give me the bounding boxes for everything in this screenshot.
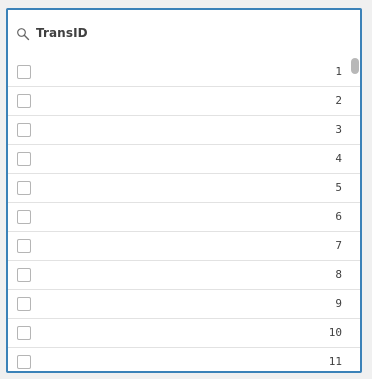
- list-item-value: 2: [335, 94, 342, 107]
- checkbox[interactable]: [17, 355, 31, 369]
- filter-pane-header[interactable]: TransID: [8, 10, 360, 56]
- list-item-value: 6: [335, 210, 342, 223]
- list-item[interactable]: 5: [8, 174, 360, 203]
- filter-pane: TransID 1 2 3 4 5 6 7 8 9 10 11: [6, 8, 362, 373]
- list-item-value: 5: [335, 181, 342, 194]
- checkbox[interactable]: [17, 65, 31, 79]
- checkbox[interactable]: [17, 94, 31, 108]
- checkbox[interactable]: [17, 268, 31, 282]
- list-item[interactable]: 6: [8, 203, 360, 232]
- list-item-value: 3: [335, 123, 342, 136]
- list-item[interactable]: 3: [8, 116, 360, 145]
- checkbox[interactable]: [17, 181, 31, 195]
- list-item-value: 8: [335, 268, 342, 281]
- list-item[interactable]: 11: [8, 348, 360, 371]
- field-title: TransID: [36, 26, 88, 40]
- checkbox[interactable]: [17, 326, 31, 340]
- list-item-value: 4: [335, 152, 342, 165]
- checkbox[interactable]: [17, 152, 31, 166]
- value-list: 1 2 3 4 5 6 7 8 9 10 11: [8, 58, 360, 371]
- checkbox[interactable]: [17, 297, 31, 311]
- list-item[interactable]: 1: [8, 58, 360, 87]
- scrollbar-thumb[interactable]: [351, 58, 359, 74]
- list-item[interactable]: 7: [8, 232, 360, 261]
- checkbox[interactable]: [17, 123, 31, 137]
- list-item-value: 11: [328, 355, 342, 368]
- list-item-value: 10: [328, 326, 342, 339]
- checkbox[interactable]: [17, 210, 31, 224]
- list-item[interactable]: 10: [8, 319, 360, 348]
- list-item[interactable]: 9: [8, 290, 360, 319]
- checkbox[interactable]: [17, 239, 31, 253]
- list-item-value: 7: [335, 239, 342, 252]
- list-item-value: 1: [335, 65, 342, 78]
- list-item-value: 9: [335, 297, 342, 310]
- list-item[interactable]: 2: [8, 87, 360, 116]
- list-item[interactable]: 8: [8, 261, 360, 290]
- search-icon[interactable]: [16, 26, 30, 41]
- list-item[interactable]: 4: [8, 145, 360, 174]
